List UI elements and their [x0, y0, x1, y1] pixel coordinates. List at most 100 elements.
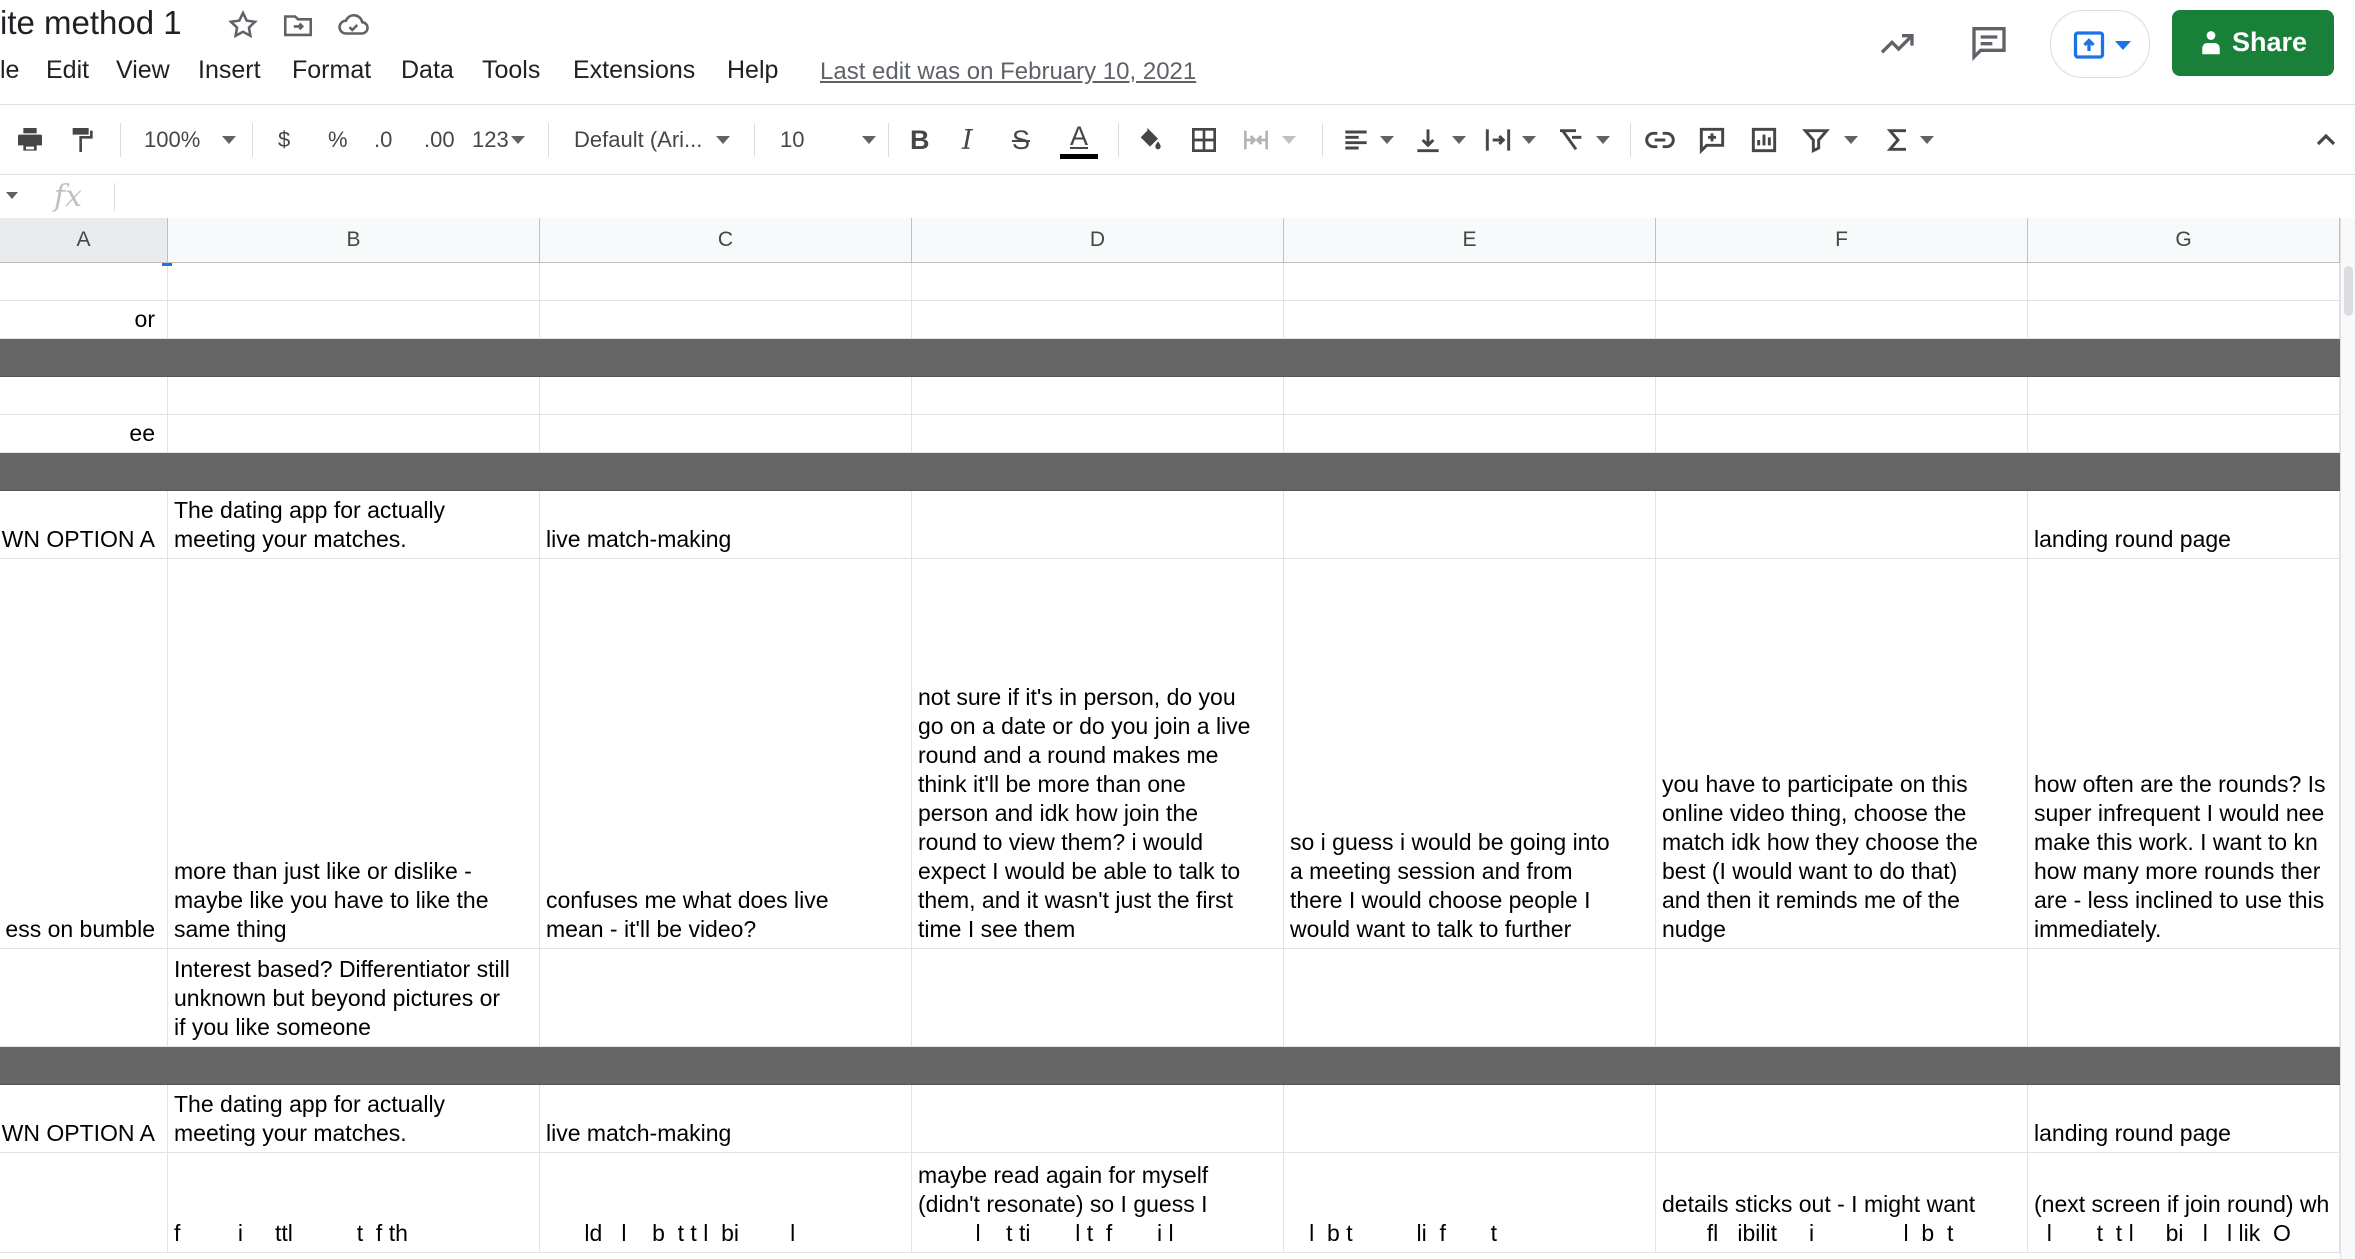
cell-a-row-4[interactable] — [0, 377, 168, 414]
cell-a-row-7[interactable]: WN OPTION A — [0, 491, 168, 558]
activity-trend-icon[interactable] — [1877, 24, 1917, 69]
filter-icon[interactable] — [1800, 105, 1858, 175]
italic-button[interactable]: I — [962, 105, 973, 175]
cell-e-row-2[interactable] — [1284, 301, 1656, 338]
cloud-saved-icon[interactable] — [336, 8, 370, 42]
cell-f-row-5[interactable] — [1656, 415, 2028, 452]
cell-b-row-5[interactable] — [168, 415, 540, 452]
cell-f-row-1[interactable] — [1656, 263, 2028, 300]
increase-decimal-button[interactable]: .00 — [424, 105, 455, 175]
fill-color-icon[interactable] — [1134, 105, 1166, 175]
column-header-f[interactable]: F — [1656, 218, 2028, 262]
column-header-e[interactable]: E — [1284, 218, 1656, 262]
bold-button[interactable]: B — [910, 105, 930, 175]
cell-c-row-7[interactable]: live match-making — [540, 491, 912, 558]
menu-edit[interactable]: Edit — [46, 56, 89, 85]
currency-format-button[interactable]: $ — [278, 105, 290, 175]
cell-g-row-11[interactable]: landing round page — [2028, 1085, 2340, 1152]
decrease-decimal-button[interactable]: .0 — [374, 105, 392, 175]
menu-help[interactable]: Help — [727, 56, 778, 85]
menu-extensions[interactable]: Extensions — [573, 56, 695, 85]
cell-f-row-4[interactable] — [1656, 377, 2028, 414]
cell-c-row-4[interactable] — [540, 377, 912, 414]
text-rotation-icon[interactable] — [1556, 105, 1610, 175]
text-color-button[interactable]: A — [1060, 105, 1098, 175]
cell-g-row-7[interactable]: landing round page — [2028, 491, 2340, 558]
cell-f-row-9[interactable] — [1656, 949, 2028, 1046]
cell-f-row-7[interactable] — [1656, 491, 2028, 558]
cell-f-row-11[interactable] — [1656, 1085, 2028, 1152]
text-wrapping-icon[interactable] — [1482, 105, 1536, 175]
cell-a-row-5[interactable]: ee — [0, 415, 168, 452]
cell-g-row-8[interactable]: how often are the rounds? Is super infre… — [2028, 559, 2340, 948]
vertical-align-icon[interactable] — [1412, 105, 1466, 175]
paint-format-icon[interactable] — [66, 105, 98, 175]
cell-b-row-9[interactable]: Interest based? Differentiator still unk… — [168, 949, 540, 1046]
cell-a-row-1[interactable] — [0, 263, 168, 300]
cell-g-row-2[interactable] — [2028, 301, 2340, 338]
cell-d-row-2[interactable] — [912, 301, 1284, 338]
cell-g-row-4[interactable] — [2028, 377, 2340, 414]
font-select[interactable]: Default (Ari... — [574, 105, 731, 175]
column-header-d[interactable]: D — [912, 218, 1284, 262]
horizontal-align-icon[interactable] — [1340, 105, 1394, 175]
cell-d-row-11[interactable] — [912, 1085, 1284, 1152]
cell-e-row-11[interactable] — [1284, 1085, 1656, 1152]
cell-e-row-1[interactable] — [1284, 263, 1656, 300]
functions-icon[interactable] — [1882, 105, 1934, 175]
cell-e-row-5[interactable] — [1284, 415, 1656, 452]
cell-b-row-4[interactable] — [168, 377, 540, 414]
cell-d-row-8[interactable]: not sure if it's in person, do you go on… — [912, 559, 1284, 948]
move-to-folder-icon[interactable] — [281, 8, 315, 42]
cell-g-row-12[interactable]: (next screen if join round) wh l t t l b… — [2028, 1153, 2340, 1252]
menu-file[interactable]: le — [0, 56, 19, 85]
present-button[interactable] — [2050, 10, 2150, 78]
cell-b-row-7[interactable]: The dating app for actually meeting your… — [168, 491, 540, 558]
column-header-g[interactable]: G — [2028, 218, 2340, 262]
comments-icon[interactable] — [1969, 22, 2009, 67]
document-title[interactable]: ite method 1 — [0, 4, 182, 42]
cell-d-row-12[interactable]: maybe read again for myself (didn't reso… — [912, 1153, 1284, 1252]
cell-e-row-7[interactable] — [1284, 491, 1656, 558]
last-edit-link[interactable]: Last edit was on February 10, 2021 — [820, 58, 1196, 86]
cell-b-row-11[interactable]: The dating app for actually meeting your… — [168, 1085, 540, 1152]
cell-f-row-8[interactable]: you have to participate on this online v… — [1656, 559, 2028, 948]
menu-view[interactable]: View — [116, 56, 170, 85]
cell-a-row-11[interactable]: WN OPTION A — [0, 1085, 168, 1152]
scrollbar-thumb[interactable] — [2344, 266, 2353, 316]
menu-format[interactable]: Format — [292, 56, 371, 85]
cell-c-row-1[interactable] — [540, 263, 912, 300]
cell-b-row-2[interactable] — [168, 301, 540, 338]
cell-d-row-1[interactable] — [912, 263, 1284, 300]
cell-e-row-9[interactable] — [1284, 949, 1656, 1046]
insert-chart-icon[interactable] — [1748, 105, 1780, 175]
cell-c-row-2[interactable] — [540, 301, 912, 338]
cell-c-row-5[interactable] — [540, 415, 912, 452]
more-formats-button[interactable]: 123 — [472, 105, 525, 175]
menu-insert[interactable]: Insert — [198, 56, 261, 85]
zoom-select[interactable]: 100% — [144, 105, 237, 175]
cell-g-row-1[interactable] — [2028, 263, 2340, 300]
cell-a-row-12[interactable] — [0, 1153, 168, 1252]
borders-icon[interactable] — [1188, 105, 1220, 175]
menu-data[interactable]: Data — [401, 56, 454, 85]
cell-c-row-8[interactable]: confuses me what does live mean - it'll … — [540, 559, 912, 948]
fill-handle[interactable] — [162, 263, 172, 266]
font-size-select[interactable]: 10 — [780, 105, 877, 175]
cell-e-row-12[interactable]: l b t li f t — [1284, 1153, 1656, 1252]
cell-e-row-4[interactable] — [1284, 377, 1656, 414]
cell-b-row-8[interactable]: more than just like or dislike - maybe l… — [168, 559, 540, 948]
collapse-menus-icon[interactable] — [2310, 105, 2342, 175]
cell-d-row-7[interactable] — [912, 491, 1284, 558]
cell-c-row-9[interactable] — [540, 949, 912, 1046]
print-icon[interactable] — [14, 105, 46, 175]
cell-f-row-12[interactable]: details sticks out - I might want fl ibi… — [1656, 1153, 2028, 1252]
cell-a-row-2[interactable]: or — [0, 301, 168, 338]
star-icon[interactable] — [226, 8, 260, 42]
column-header-c[interactable]: C — [540, 218, 912, 262]
cell-c-row-12[interactable]: ld l b t t l bi l — [540, 1153, 912, 1252]
cell-a-row-8[interactable]: e A - has used g apps - ess on bumble — [0, 559, 168, 948]
vertical-scrollbar[interactable] — [2340, 218, 2355, 1259]
present-dropdown-caret[interactable] — [2115, 41, 2131, 50]
cell-d-row-5[interactable] — [912, 415, 1284, 452]
